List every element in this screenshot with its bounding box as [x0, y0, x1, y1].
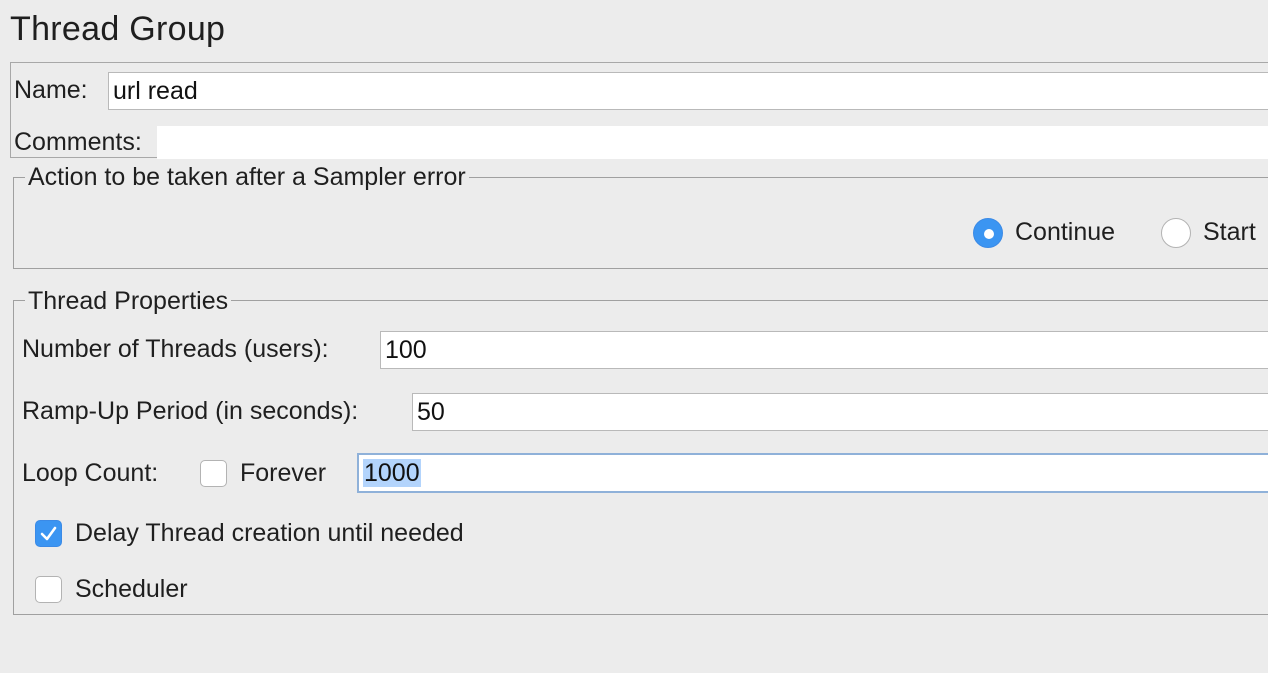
scheduler-label[interactable]: Scheduler [75, 575, 188, 604]
forever-label[interactable]: Forever [240, 459, 326, 488]
thread-properties-legend: Thread Properties [25, 287, 232, 316]
continue-radio[interactable] [973, 218, 1003, 248]
comments-label: Comments: [14, 128, 142, 156]
start-label[interactable]: Start [1203, 218, 1256, 247]
panel-title: Thread Group [10, 10, 226, 48]
name-input[interactable]: url read [108, 72, 1268, 110]
threads-label: Number of Threads (users): [22, 335, 329, 363]
sampler-error-legend: Action to be taken after a Sampler error [25, 163, 469, 192]
name-label: Name: [14, 76, 88, 104]
continue-label[interactable]: Continue [1015, 218, 1115, 247]
checkmark-icon [40, 526, 57, 541]
start-radio[interactable] [1161, 218, 1191, 248]
loop-count-input[interactable]: 1000 [357, 453, 1268, 493]
delay-label[interactable]: Delay Thread creation until needed [75, 519, 464, 548]
forever-checkbox[interactable] [200, 460, 227, 487]
comments-input[interactable] [157, 126, 1268, 159]
loop-count-selection: 1000 [363, 459, 421, 487]
delay-checkbox[interactable] [35, 520, 62, 547]
rampup-input[interactable]: 50 [412, 393, 1268, 431]
scheduler-checkbox[interactable] [35, 576, 62, 603]
loop-count-label: Loop Count: [22, 459, 159, 487]
threads-input[interactable]: 100 [380, 331, 1268, 369]
rampup-label: Ramp-Up Period (in seconds): [22, 397, 359, 425]
